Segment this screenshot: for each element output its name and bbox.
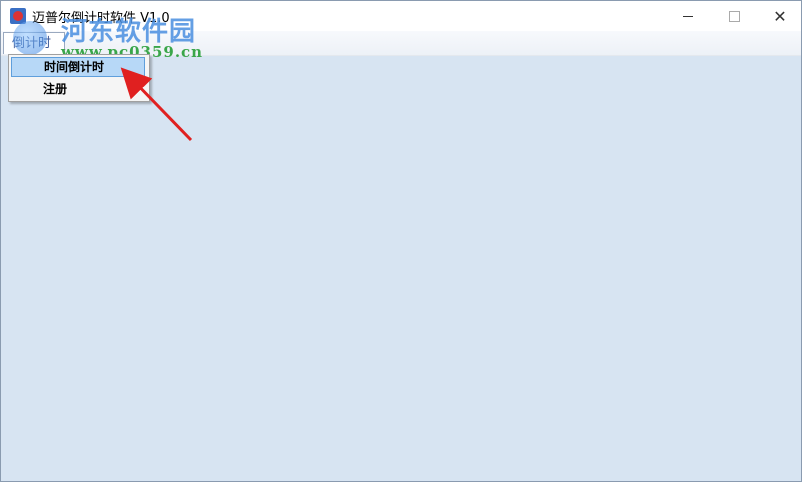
app-window: 迈普尔倒计时软件 V1.0 ✕ 倒计时 河东软件园 www.pc0359.cn … — [0, 0, 802, 482]
annotation-arrow-icon — [120, 67, 193, 142]
